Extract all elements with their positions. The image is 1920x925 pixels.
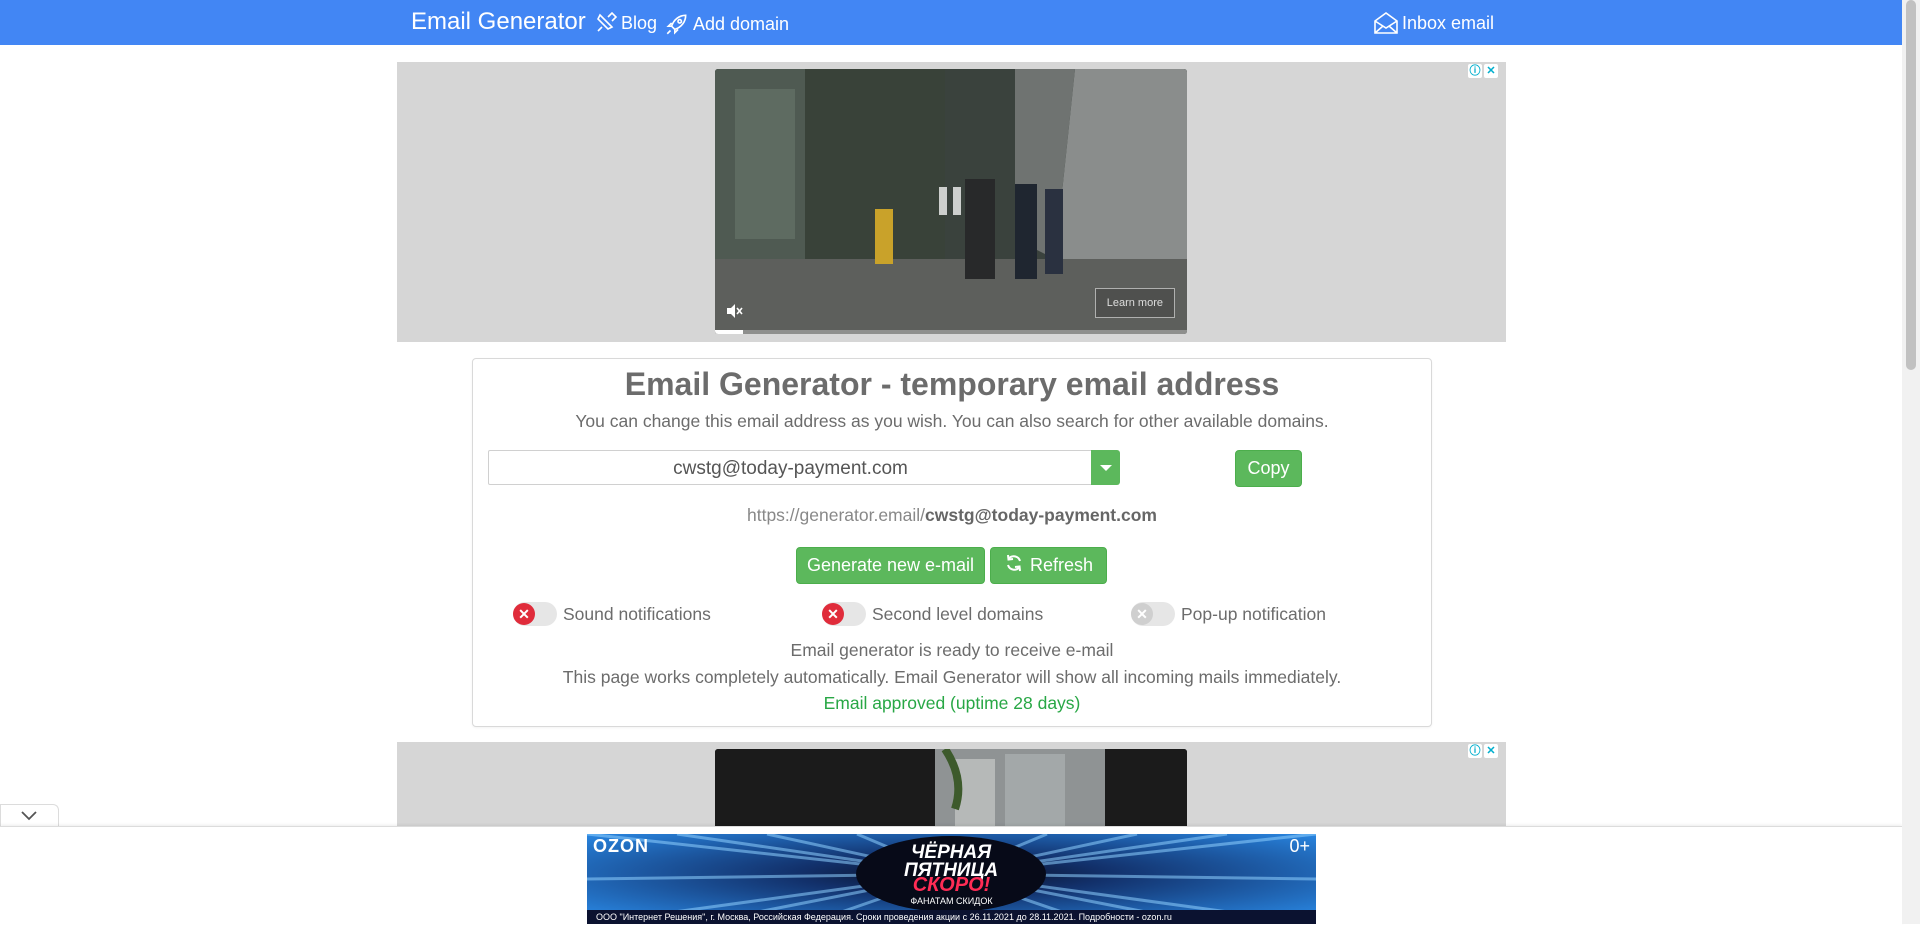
collapse-ad-tab[interactable] xyxy=(0,804,59,827)
status-approved-text: Email approved (uptime 28 days) xyxy=(823,693,1081,713)
learn-more-button[interactable]: Learn more xyxy=(1094,288,1175,318)
video-progress-bar[interactable] xyxy=(715,330,1187,334)
envelope-icon xyxy=(1373,11,1399,35)
ozon-legal-text: ООО "Интернет Решения", г. Москва, Росси… xyxy=(587,910,1316,924)
ad-info-icon[interactable]: ⓘ xyxy=(1468,744,1482,758)
refresh-button[interactable]: Refresh xyxy=(990,547,1107,584)
top-ad-container: ⓘ ✕ Learn more xyxy=(397,62,1506,342)
ad-info-icon[interactable]: ⓘ xyxy=(1468,64,1482,78)
page-scrollbar[interactable] xyxy=(1902,0,1920,924)
mute-icon[interactable] xyxy=(725,303,743,324)
popup-notification-label: Pop-up notification xyxy=(1181,603,1326,624)
ad-video-player[interactable] xyxy=(715,749,1187,826)
ad-video-frame xyxy=(715,749,1187,826)
page-title: Email Generator - temporary email addres… xyxy=(624,366,1280,402)
email-generator-card: Email Generator - temporary email addres… xyxy=(472,358,1432,727)
add-domain-label: Add domain xyxy=(693,13,790,34)
status-ready-text: Email generator is ready to receive e-ma… xyxy=(790,640,1114,660)
pause-icon[interactable] xyxy=(939,187,961,215)
top-navbar: Email Generator Blog Add domain Inbox em… xyxy=(0,0,1902,45)
ad-close-icon[interactable]: ✕ xyxy=(1484,744,1498,758)
second-level-domains-toggle-row[interactable]: ✕ Second level domains xyxy=(822,602,1043,626)
status-auto-text: This page works completely automatically… xyxy=(562,667,1342,687)
refresh-label: Refresh xyxy=(1029,555,1094,575)
copy-button[interactable]: Copy xyxy=(1235,450,1302,487)
email-address-input[interactable]: cwstg@today-payment.com xyxy=(488,450,1093,485)
second-level-domains-toggle[interactable]: ✕ xyxy=(822,602,866,626)
video-progress-fill xyxy=(715,330,744,334)
inbox-email-link[interactable]: Inbox email xyxy=(1373,11,1494,35)
ozon-soon-text: СКОРО! xyxy=(912,874,991,896)
ozon-tagline: ФАНАТАМ СКИДОК xyxy=(910,896,993,906)
sound-notifications-toggle-row[interactable]: ✕ Sound notifications xyxy=(513,602,711,626)
email-url-prefix: https://generator.email/ xyxy=(746,505,926,525)
page-subtitle: You can change this email address as you… xyxy=(575,411,1329,431)
ozon-age-rating: 0+ xyxy=(1289,836,1310,856)
bottom-ad-container: ⓘ ✕ xyxy=(397,742,1506,826)
rocket-icon xyxy=(664,11,690,37)
popup-notification-toggle-row[interactable]: ✕ Pop-up notification xyxy=(1131,602,1326,626)
add-domain-link[interactable]: Add domain xyxy=(664,11,789,37)
ad-video-player[interactable]: Learn more xyxy=(715,69,1187,334)
email-url-address: cwstg@today-payment.com xyxy=(925,505,1157,525)
refresh-icon xyxy=(1004,553,1024,578)
ozon-ad-banner[interactable]: OZON 0+ ЧЁРНАЯ ПЯТНИЦА СКОРО! ФАНАТАМ СК… xyxy=(587,834,1316,924)
blog-link[interactable]: Blog xyxy=(594,11,657,35)
toggle-off-icon: ✕ xyxy=(822,603,844,625)
scrollbar-thumb[interactable] xyxy=(1906,0,1916,370)
blog-icon xyxy=(594,11,618,35)
inbox-email-label: Inbox email xyxy=(1402,12,1495,33)
sound-notifications-label: Sound notifications xyxy=(563,603,711,624)
ad-choices[interactable]: ⓘ ✕ xyxy=(1468,64,1498,78)
email-url[interactable]: https://generator.email/cwstg@today-paym… xyxy=(473,505,1431,526)
generate-new-email-button[interactable]: Generate new e-mail xyxy=(796,547,985,584)
toggle-disabled-icon: ✕ xyxy=(1131,603,1153,625)
brand-link[interactable]: Email Generator xyxy=(411,8,586,36)
popup-notification-toggle[interactable]: ✕ xyxy=(1131,602,1175,626)
blog-label: Blog xyxy=(621,12,658,33)
ozon-logo: OZON xyxy=(593,836,649,856)
toggle-off-icon: ✕ xyxy=(513,603,535,625)
ad-close-icon[interactable]: ✕ xyxy=(1484,64,1498,78)
second-level-domains-label: Second level domains xyxy=(872,603,1044,624)
domain-dropdown-button[interactable] xyxy=(1091,450,1120,485)
sound-notifications-toggle[interactable]: ✕ xyxy=(513,602,557,626)
ad-choices[interactable]: ⓘ ✕ xyxy=(1468,744,1498,758)
